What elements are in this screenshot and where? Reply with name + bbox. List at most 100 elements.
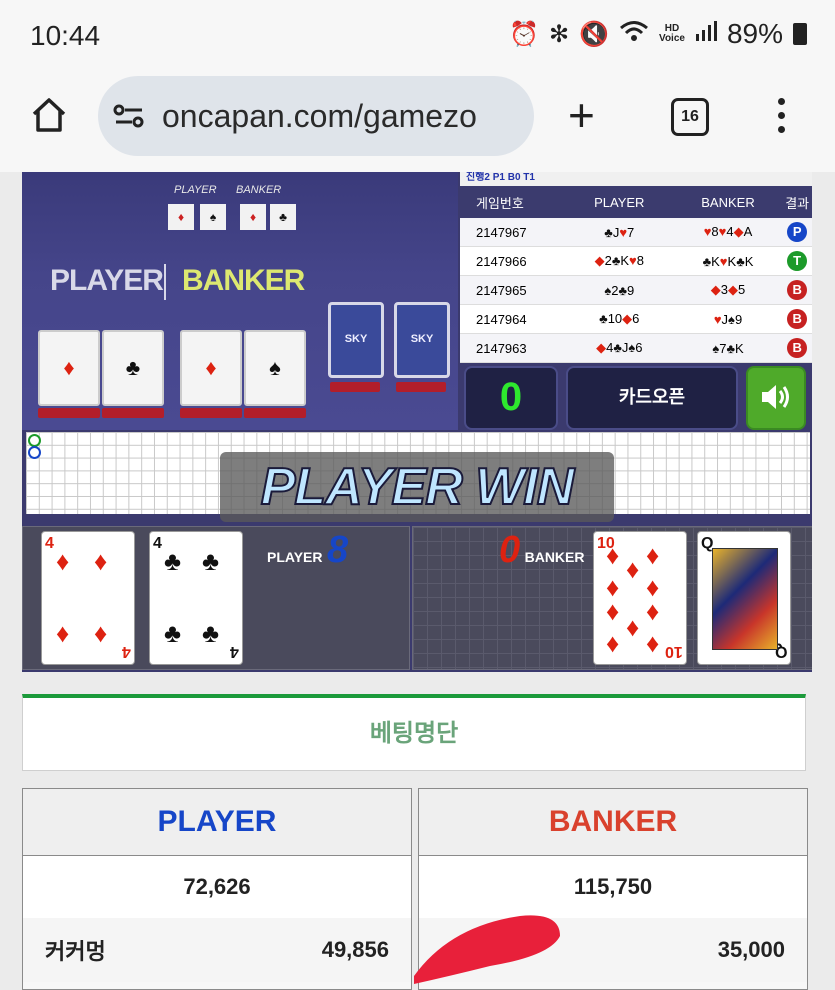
win-banner: PLAYER WIN [220,452,614,522]
home-icon [32,98,66,132]
suit-pip: ♦ [626,612,640,642]
suit-pip: ♦ [94,546,108,576]
result-row: 2147963 ◆4♣J♠6 ♠7♣K B [460,334,812,363]
new-tab-button[interactable]: + [568,92,595,138]
status-icons: ⏰ ✻ 🔇 HD Voice 89% [509,18,807,50]
banker-hand-panel: 0 BANKER 10 10 ♦ ♦ ♦ ♦ ♦ ♦ ♦ ♦ ♦ ♦ Q Q [412,526,812,670]
game-number: 2147967 [476,224,527,240]
banker-card: 10 10 ♦ ♦ ♦ ♦ ♦ ♦ ♦ ♦ ♦ ♦ [593,531,687,665]
suit-pip: ♣ [164,546,182,576]
video-card-pad [330,382,380,392]
tab-switcher-button[interactable]: 16 [671,98,709,136]
results-rows: 2147967 ♣J♥7 ♥8♥4◆A P 2147966 ◆2♣K♥8 ♣K♥K♣K T 21… [460,218,812,363]
suit-pip: ♦ [646,628,660,658]
video-player-card: ♦ [38,330,100,406]
result-row: 2147965 ♠2♣9 ◆3◆5 B [460,276,812,305]
video-banker-label: BANKER [182,264,305,297]
result-badge: T [787,251,808,271]
video-small-banker-label: BANKER [236,184,282,196]
player-score-label: PLAYER [267,549,323,565]
signal-icon [695,20,717,49]
redaction-scribble [414,915,560,984]
queen-face-art [712,548,778,650]
banker-cards-text: ♥J♠9 [713,311,743,327]
results-table: 진행2 P1 B0 T1 게임번호 PLAYER BANKER 결과 21479… [460,172,812,363]
result-row: 2147967 ♣J♥7 ♥8♥4◆A P [460,218,812,247]
bettor-name: 커커멍 [45,939,106,964]
banker-cards-text: ◆3◆5 [710,282,746,297]
game-area: PLAYER BANKER ♦ ♠ ♦ ♣ PLAYER BANKER ♦ ♣ … [22,172,812,672]
banker-card: QQ [697,531,791,665]
card-rank: 4 [153,535,162,552]
video-player-card: ♣ [102,330,164,406]
alarm-icon: ⏰ [509,20,540,48]
video-mini-card: ♠ [200,204,226,230]
result-row: 2147964 ♣10◆6 ♥J♠9 B [460,305,812,334]
hd-voice-label: HD Voice [659,23,685,44]
suit-pip: ♦ [606,540,620,570]
card-rank-bottom: 4 [230,643,239,660]
banker-score-label: BANKER [524,549,585,565]
video-banker-card: ♦ [180,330,242,406]
video-player-label: PLAYER [50,264,164,297]
card-back: SKY [328,302,384,378]
video-card-pad [244,408,306,418]
result-badge: P [787,222,808,242]
live-video: PLAYER BANKER ♦ ♠ ♦ ♣ PLAYER BANKER ♦ ♣ … [22,172,458,430]
player-cards-text: ◆4♣J♠6 [596,340,643,355]
speaker-icon [762,385,789,409]
video-mini-card: ♦ [240,204,266,230]
video-card-pad [180,408,242,418]
suit-pip: ♣ [164,618,182,648]
bet-amount: 49,856 [321,937,389,962]
card-rank: 4 [45,535,54,552]
suit-pip: ♦ [606,628,620,658]
player-cards-text: ♣J♥7 [604,224,635,240]
banker-cards-text: ♥8♥4◆A [703,224,753,239]
browser-toolbar: oncapan.com/gamezo + 16 [0,72,835,172]
overflow-menu-button[interactable] [778,94,788,140]
header-player: PLAYER [594,194,645,210]
site-settings-icon[interactable] [112,102,146,130]
suit-pip: ♦ [56,618,70,648]
player-hand-panel: 4 4 ♦ ♦ ♦ ♦ 4 4 ♣ ♣ ♣ ♣ PLAYER 8 [22,526,410,670]
player-bets-table: PLAYER 72,626 커커멍 49,856 [22,788,412,990]
game-number: 2147965 [476,282,527,298]
game-number: 2147963 [476,340,527,356]
home-button[interactable] [28,94,70,136]
banker-bets-header: BANKER [419,789,807,856]
player-card: 4 4 ♣ ♣ ♣ ♣ [149,531,243,665]
card-open-button[interactable]: 카드오픈 [566,366,738,430]
sound-toggle-button[interactable] [746,366,806,430]
player-bets-total: 72,626 [23,856,411,918]
card-back: SKY [394,302,450,378]
result-badge: B [787,338,808,358]
bet-row: 커커멍 49,856 [23,918,411,982]
bet-amount: 35,000 [717,937,785,962]
suit-pip: ♣ [202,618,220,648]
video-mini-card: ♦ [168,204,194,230]
result-row: 2147966 ◆2♣K♥8 ♣K♥K♣K T [460,247,812,276]
results-summary-strip: 진행2 P1 B0 T1 [460,172,812,186]
video-card-pad [396,382,446,392]
banker-cards-text: ♠7♣K [712,340,744,356]
video-small-player-label: PLAYER [174,184,217,196]
countdown-display: 0 [464,366,558,430]
betting-list-header: 베팅명단 [22,694,806,771]
result-badge: B [787,280,808,300]
player-bets-header: PLAYER [23,789,411,856]
suit-pip: ♦ [94,618,108,648]
bluetooth-icon: ✻ [549,20,570,48]
banker-score: 0 BANKER [499,531,584,569]
header-result: 결과 [785,195,810,211]
banker-cards-text: ♣K♥K♣K [702,253,754,269]
battery-icon [793,23,807,45]
betting-list-title: 베팅명단 [369,720,459,747]
header-banker: BANKER [701,194,755,210]
address-bar[interactable]: oncapan.com/gamezo [98,76,534,156]
suit-pip: ♦ [606,596,620,626]
video-card-pad [102,408,164,418]
card-rank-bottom: 10 [665,643,683,660]
url-text[interactable]: oncapan.com/gamezo [162,98,522,135]
player-score: PLAYER 8 [267,531,348,569]
